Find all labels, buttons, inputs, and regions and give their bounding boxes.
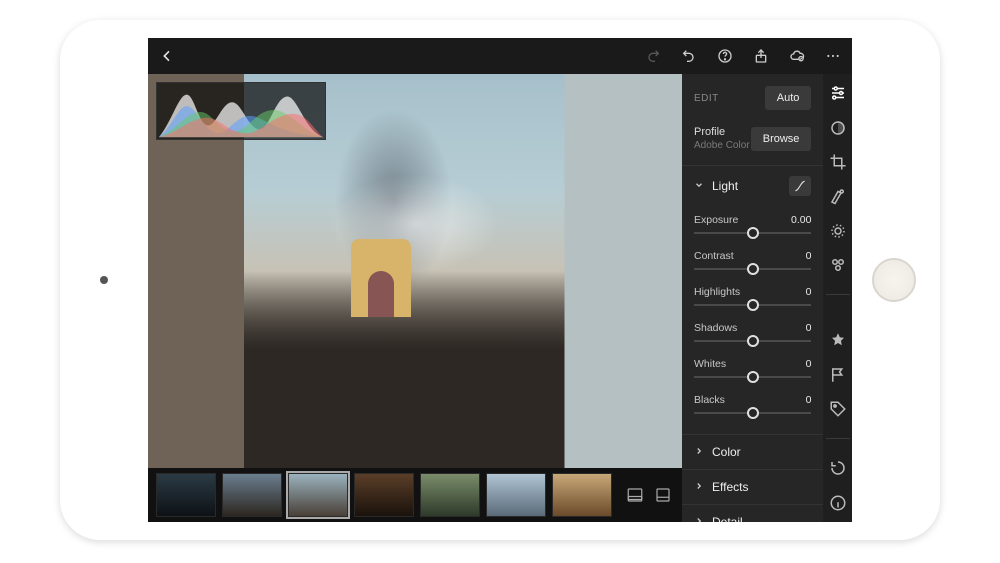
slider-knob[interactable] — [747, 407, 759, 419]
slider-label: Exposure — [694, 214, 738, 226]
section-color: Color — [682, 435, 823, 470]
thumbnail[interactable] — [156, 473, 216, 517]
histogram[interactable] — [156, 82, 326, 140]
slider-label: Blacks — [694, 394, 725, 406]
tone-curve-button[interactable] — [789, 176, 811, 196]
slider-track[interactable] — [694, 376, 811, 378]
ipad-frame: EDIT Auto Profile Adobe Color Browse Lig… — [60, 20, 940, 540]
filmstrip-filter-icon[interactable] — [624, 484, 646, 506]
thumbnail[interactable] — [222, 473, 282, 517]
profile-value: Adobe Color — [694, 140, 750, 151]
tag-icon[interactable] — [827, 400, 849, 418]
edit-mode-label: EDIT — [694, 93, 719, 104]
section-header-color[interactable]: Color — [682, 435, 823, 469]
slider-value: 0 — [806, 286, 812, 298]
thumbnail[interactable] — [288, 473, 348, 517]
chevron-right-icon — [694, 481, 704, 494]
thumbnail[interactable] — [420, 473, 480, 517]
slider-knob[interactable] — [747, 299, 759, 311]
slider-knob[interactable] — [747, 263, 759, 275]
slider-track[interactable] — [694, 304, 811, 306]
slider-value: 0 — [806, 358, 812, 370]
slider-label: Whites — [694, 358, 726, 370]
slider-blacks: Blacks 0 — [694, 388, 811, 414]
slider-label: Highlights — [694, 286, 740, 298]
profile-label: Profile — [694, 126, 750, 138]
presets-icon[interactable] — [827, 256, 849, 274]
flag-icon[interactable] — [827, 366, 849, 384]
cloud-sync-icon[interactable] — [788, 47, 806, 65]
slider-knob[interactable] — [747, 227, 759, 239]
edit-sliders-icon[interactable] — [827, 84, 849, 102]
canvas-column — [148, 74, 682, 522]
photo-viewport[interactable] — [148, 74, 682, 468]
slider-knob[interactable] — [747, 335, 759, 347]
auto-button[interactable]: Auto — [765, 86, 812, 110]
section-header-effects[interactable]: Effects — [682, 470, 823, 504]
slider-value: 0.00 — [791, 214, 811, 226]
chevron-right-icon — [694, 446, 704, 459]
edit-panel: EDIT Auto Profile Adobe Color Browse Lig… — [682, 74, 823, 522]
info-icon[interactable] — [827, 494, 849, 512]
section-detail: Detail — [682, 505, 823, 522]
healing-brush-icon[interactable] — [827, 187, 849, 205]
top-bar — [148, 38, 852, 74]
color-mix-icon[interactable] — [827, 118, 849, 136]
masking-icon[interactable] — [827, 222, 849, 240]
slider-value: 0 — [806, 394, 812, 406]
reset-icon[interactable] — [827, 459, 849, 477]
slider-highlights: Highlights 0 — [694, 280, 811, 306]
thumbnail[interactable] — [354, 473, 414, 517]
browse-profile-button[interactable]: Browse — [751, 127, 812, 151]
redo-icon[interactable] — [644, 47, 662, 65]
slider-track[interactable] — [694, 232, 811, 234]
section-header-detail[interactable]: Detail — [682, 505, 823, 522]
chevron-right-icon — [694, 516, 704, 523]
section-title: Light — [712, 179, 781, 193]
thumbnail[interactable] — [486, 473, 546, 517]
slider-label: Contrast — [694, 250, 734, 262]
section-title: Detail — [712, 515, 811, 522]
slider-track[interactable] — [694, 340, 811, 342]
app-screen: EDIT Auto Profile Adobe Color Browse Lig… — [148, 38, 852, 522]
slider-track[interactable] — [694, 412, 811, 414]
slider-whites: Whites 0 — [694, 352, 811, 378]
section-title: Effects — [712, 480, 811, 494]
section-effects: Effects — [682, 470, 823, 505]
home-button[interactable] — [872, 258, 916, 302]
thumbnail[interactable] — [552, 473, 612, 517]
filmstrip-toggle-icon[interactable] — [652, 484, 674, 506]
share-icon[interactable] — [752, 47, 770, 65]
section-light: Light Exposure0.00Contrast0Highlights0Sh… — [682, 166, 823, 435]
crop-icon[interactable] — [827, 153, 849, 171]
section-header-light[interactable]: Light — [682, 166, 823, 206]
tool-rail — [823, 74, 852, 522]
filmstrip — [148, 468, 682, 522]
slider-value: 0 — [806, 322, 812, 334]
back-button[interactable] — [158, 47, 176, 65]
help-icon[interactable] — [716, 47, 734, 65]
section-title: Color — [712, 445, 811, 459]
slider-contrast: Contrast 0 — [694, 244, 811, 270]
star-rating-icon[interactable] — [827, 331, 849, 349]
slider-track[interactable] — [694, 268, 811, 270]
slider-exposure: Exposure 0.00 — [694, 208, 811, 234]
photo-content — [351, 239, 411, 317]
slider-label: Shadows — [694, 322, 737, 334]
slider-value: 0 — [806, 250, 812, 262]
slider-knob[interactable] — [747, 371, 759, 383]
device-camera — [100, 276, 108, 284]
more-icon[interactable] — [824, 47, 842, 65]
slider-shadows: Shadows 0 — [694, 316, 811, 342]
undo-icon[interactable] — [680, 47, 698, 65]
chevron-down-icon — [694, 180, 704, 193]
